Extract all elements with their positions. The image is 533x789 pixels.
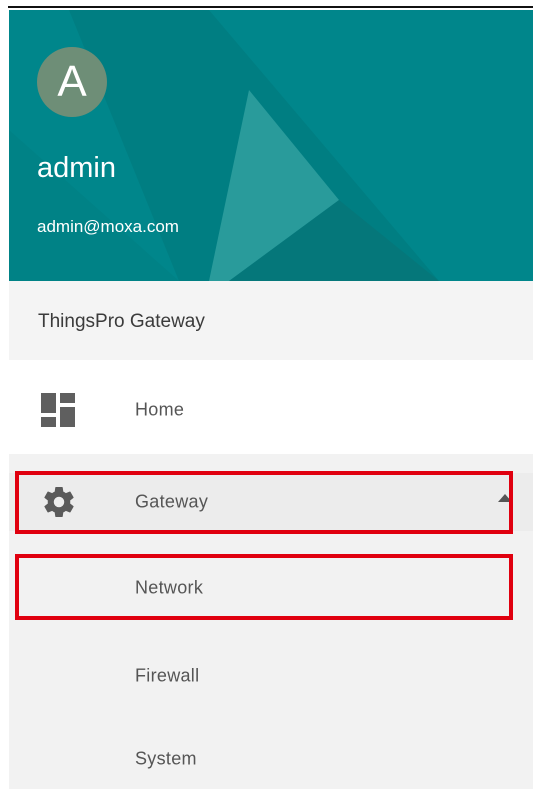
user-header-banner: A admin admin@moxa.com	[9, 10, 533, 281]
submenu-item-firewall-label: Firewall	[135, 665, 200, 686]
submenu-item-network-label: Network	[135, 577, 204, 598]
user-email: admin@moxa.com	[37, 217, 179, 236]
menu-item-gateway-label: Gateway	[135, 491, 209, 512]
user-name: admin	[37, 152, 116, 184]
navigation-drawer: A admin admin@moxa.com ThingsPro Gateway…	[0, 0, 533, 789]
submenu-item-system-label: System	[135, 748, 197, 769]
submenu-item-firewall[interactable]: Firewall	[9, 648, 533, 704]
submenu-item-system[interactable]: System	[9, 731, 533, 787]
top-border	[8, 6, 533, 8]
app-title-bar: ThingsPro Gateway	[9, 281, 533, 360]
submenu-item-network[interactable]: Network	[9, 560, 533, 616]
caret-up-icon[interactable]	[498, 494, 512, 502]
app-title: ThingsPro Gateway	[38, 311, 205, 332]
avatar-letter: A	[57, 57, 87, 106]
menu-item-home[interactable]: Home	[9, 382, 533, 438]
menu-item-home-label: Home	[135, 399, 185, 420]
avatar: A	[37, 47, 107, 117]
dashboard-icon	[41, 393, 75, 427]
gear-icon	[44, 486, 74, 517]
menu-item-gateway[interactable]: Gateway	[9, 473, 533, 531]
